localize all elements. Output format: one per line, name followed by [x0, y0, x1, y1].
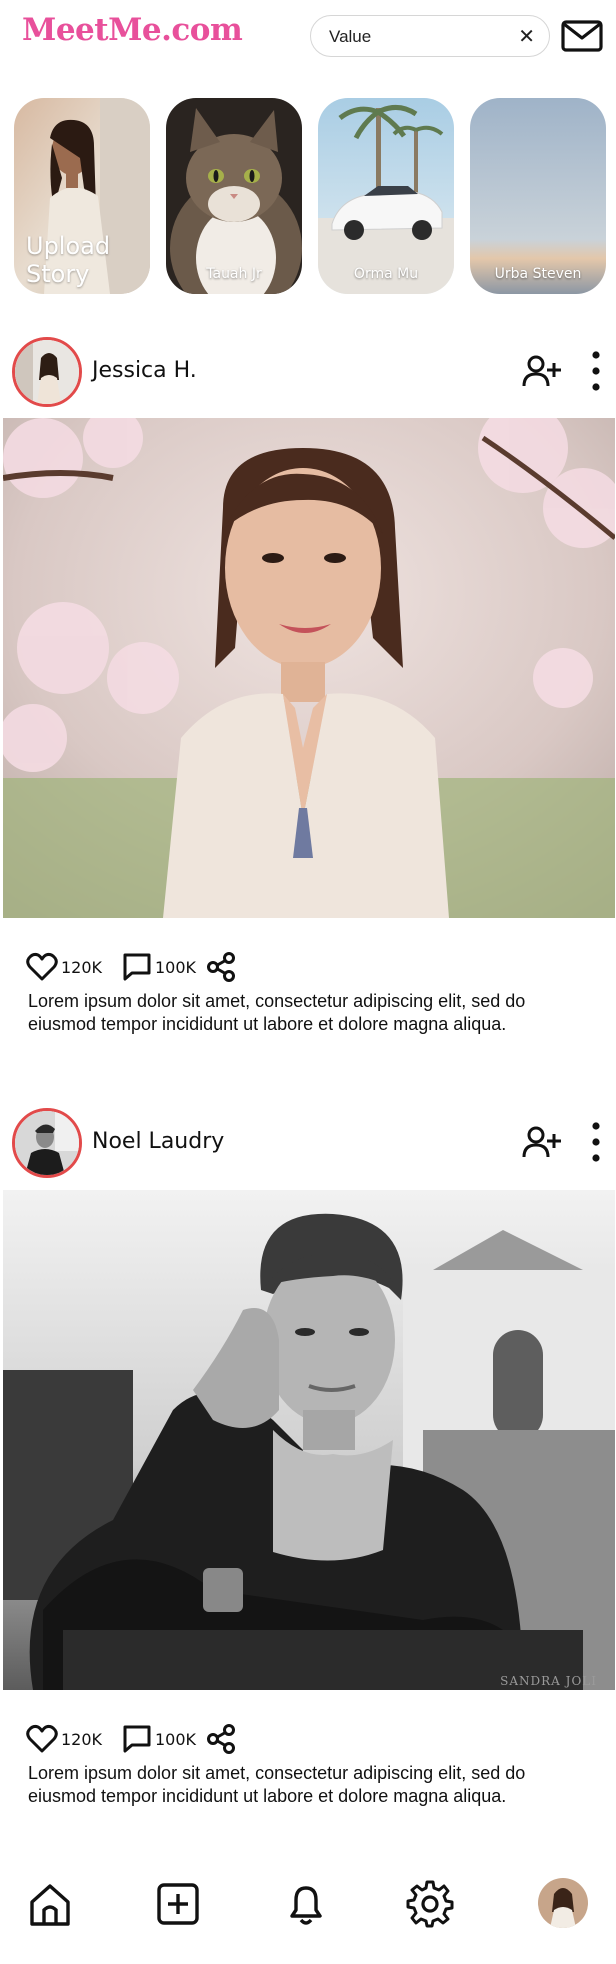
- photo-watermark: SANDRA JOLI: [500, 1674, 597, 1688]
- search-input[interactable]: [327, 25, 507, 49]
- bell-icon[interactable]: [282, 1880, 330, 1928]
- comment-count: 100K: [155, 957, 197, 977]
- story-car-image: [318, 98, 454, 294]
- comment-button[interactable]: 100K: [122, 950, 196, 984]
- comment-button[interactable]: 100K: [122, 1722, 196, 1756]
- more-options-icon[interactable]: [588, 1120, 604, 1164]
- heart-icon: [26, 952, 58, 981]
- top-bar: MeetMe.com ✕: [0, 0, 616, 74]
- story-cat-image: [166, 98, 302, 294]
- post-caption: Lorem ipsum dolor sit amet, consectetur …: [28, 1763, 526, 1806]
- app-logo[interactable]: MeetMe.com: [22, 12, 243, 48]
- post-caption: Lorem ipsum dolor sit amet, consectetur …: [28, 991, 526, 1034]
- bottom-nav: [0, 1868, 616, 1958]
- story-upload[interactable]: Upload Story: [14, 98, 150, 294]
- comment-icon: [123, 1725, 151, 1753]
- post-header: Jessica H.: [0, 337, 616, 411]
- post-photo[interactable]: SANDRA JOLI: [3, 1190, 615, 1690]
- add-post-icon[interactable]: [154, 1880, 202, 1928]
- story-urba[interactable]: Urba Steven: [470, 98, 606, 294]
- heart-icon: [26, 1724, 58, 1753]
- comment-count: 100K: [155, 1729, 197, 1749]
- post-photo[interactable]: [3, 418, 615, 918]
- post-actions: 120K 100K: [26, 950, 326, 984]
- close-icon[interactable]: ✕: [518, 24, 535, 50]
- like-button[interactable]: 120K: [26, 950, 102, 984]
- like-count: 120K: [61, 1729, 103, 1749]
- post-actions: 120K 100K: [26, 1722, 326, 1756]
- story-tauah[interactable]: Tauah Jr: [166, 98, 302, 294]
- story-orma[interactable]: Orma Mu: [318, 98, 454, 294]
- search-bar[interactable]: ✕: [310, 15, 550, 57]
- share-icon: [207, 952, 235, 982]
- avatar[interactable]: [12, 337, 82, 407]
- add-friend-icon[interactable]: [522, 353, 562, 389]
- story-sky-image: [470, 98, 606, 294]
- post-username[interactable]: Noel Laudry: [92, 1129, 224, 1154]
- stories-row: Upload Story Tauah Jr Orma Mu Urba Steve…: [14, 98, 614, 294]
- profile-avatar[interactable]: [538, 1878, 588, 1928]
- share-button[interactable]: [206, 950, 236, 984]
- story-label: Orma Mu: [353, 266, 419, 282]
- gear-icon[interactable]: [406, 1880, 454, 1928]
- story-label: Urba Steven: [494, 266, 582, 282]
- add-friend-icon[interactable]: [522, 1124, 562, 1160]
- story-label: Upload Story: [26, 232, 111, 288]
- more-options-icon[interactable]: [588, 349, 604, 393]
- story-label: Tauah Jr: [206, 266, 262, 282]
- like-count: 120K: [61, 957, 103, 977]
- like-button[interactable]: 120K: [26, 1722, 102, 1756]
- home-icon[interactable]: [26, 1880, 74, 1928]
- share-button[interactable]: [206, 1722, 236, 1756]
- post-header: Noel Laudry: [0, 1108, 616, 1182]
- mail-icon[interactable]: [560, 18, 604, 54]
- post-username[interactable]: Jessica H.: [92, 358, 197, 383]
- comment-icon: [123, 953, 151, 981]
- avatar[interactable]: [12, 1108, 82, 1178]
- share-icon: [207, 1724, 235, 1754]
